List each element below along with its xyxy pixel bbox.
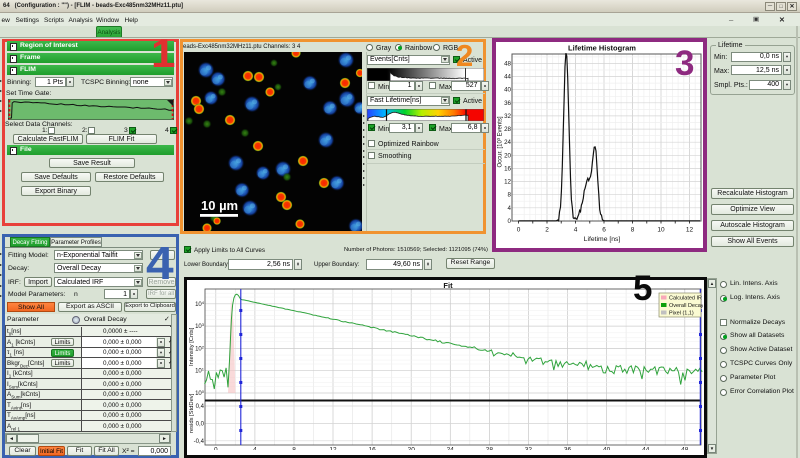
svg-text:-0,4: -0,4: [194, 439, 205, 445]
svg-text:8: 8: [631, 227, 635, 234]
svg-text:32: 32: [525, 447, 533, 451]
svg-text:Lifetime Histogram: Lifetime Histogram: [568, 44, 636, 53]
svg-text:8: 8: [292, 447, 296, 451]
svg-text:Occur. [10³ Events]: Occur. [10³ Events]: [498, 116, 504, 167]
svg-text:4: 4: [253, 447, 257, 451]
svg-text:0,0: 0,0: [196, 421, 205, 427]
svg-text:0: 0: [517, 227, 521, 234]
svg-text:10: 10: [657, 227, 665, 234]
svg-text:6: 6: [602, 227, 606, 234]
svg-text:16: 16: [504, 165, 511, 172]
svg-text:28: 28: [486, 447, 494, 451]
svg-text:36: 36: [564, 447, 572, 451]
svg-text:12: 12: [686, 227, 694, 234]
svg-text:Pixel (1,1): Pixel (1,1): [669, 311, 694, 317]
svg-text:20: 20: [408, 447, 416, 451]
svg-text:36: 36: [504, 100, 511, 107]
svg-text:0: 0: [214, 447, 218, 451]
svg-text:40: 40: [504, 87, 511, 94]
svg-text:Calculated IR: Calculated IR: [669, 296, 702, 302]
svg-text:8: 8: [508, 192, 512, 199]
svg-text:resids [StdDev]: resids [StdDev]: [189, 393, 195, 433]
svg-text:4: 4: [508, 205, 512, 212]
svg-text:10 µm: 10 µm: [201, 198, 238, 213]
svg-text:0,4: 0,4: [196, 404, 205, 410]
svg-text:0: 0: [508, 218, 512, 225]
svg-text:48: 48: [681, 447, 689, 451]
svg-text:Lifetime [ns]: Lifetime [ns]: [584, 236, 621, 243]
svg-text:16: 16: [368, 447, 376, 451]
svg-text:Intensity [Cnts]: Intensity [Cnts]: [189, 327, 195, 366]
svg-text:44: 44: [504, 74, 511, 81]
svg-text:12: 12: [329, 447, 337, 451]
svg-text:48: 48: [504, 61, 511, 68]
svg-text:20: 20: [504, 152, 511, 159]
svg-text:Overall Decay: Overall Decay: [669, 303, 703, 309]
svg-text:40: 40: [603, 447, 611, 451]
svg-text:24: 24: [504, 139, 511, 146]
svg-text:12: 12: [504, 179, 511, 186]
svg-text:24: 24: [447, 447, 455, 451]
svg-text:28: 28: [504, 126, 511, 133]
svg-text:44: 44: [642, 447, 650, 451]
svg-text:32: 32: [504, 113, 511, 120]
svg-text:2: 2: [545, 227, 549, 234]
svg-text:4: 4: [574, 227, 578, 234]
